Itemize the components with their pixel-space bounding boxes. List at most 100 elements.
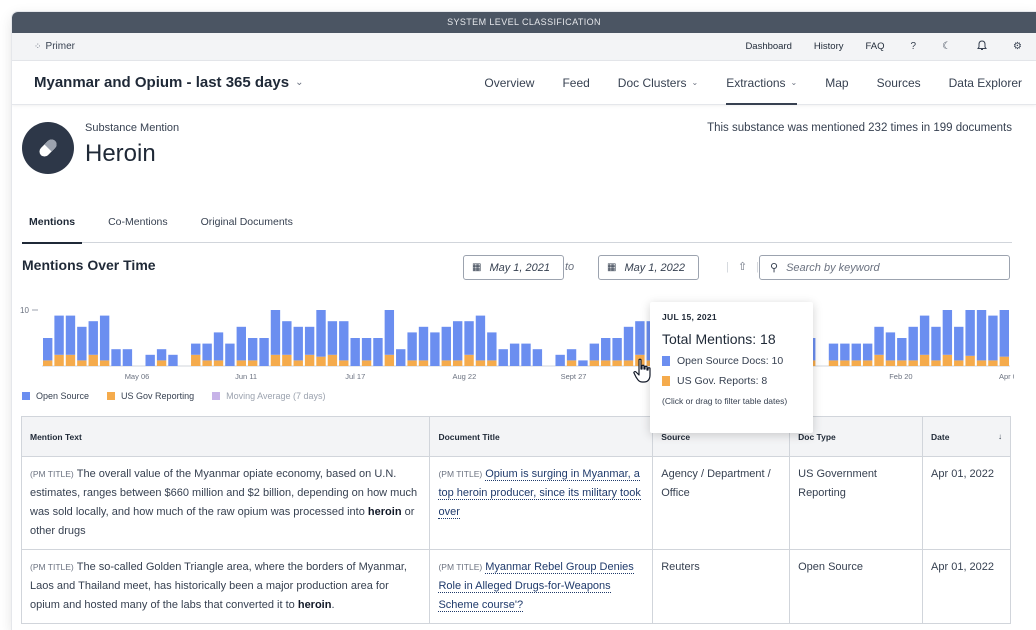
nav-tab-extractions[interactable]: Extractions ⌄ (726, 61, 798, 105)
bar-open-source[interactable] (259, 338, 269, 366)
nav-tab-feed[interactable]: Feed (562, 61, 589, 105)
bar-open-source[interactable] (111, 349, 121, 366)
bar-open-source[interactable] (191, 343, 201, 355)
bell-icon[interactable] (977, 39, 987, 54)
bar-us-gov[interactable] (202, 360, 212, 366)
bar-open-source[interactable] (521, 343, 531, 366)
bar-us-gov[interactable] (304, 354, 315, 366)
bar-open-source[interactable] (441, 326, 451, 361)
subtab-mentions[interactable]: Mentions (22, 202, 83, 244)
bar-us-gov[interactable] (942, 354, 953, 366)
bar-us-gov[interactable] (840, 360, 850, 366)
bar-us-gov[interactable] (999, 356, 1009, 366)
bar-us-gov[interactable] (862, 360, 873, 366)
bar-open-source[interactable] (509, 343, 520, 366)
bar-open-source[interactable] (840, 343, 850, 361)
bar-us-gov[interactable] (384, 354, 395, 366)
bar-us-gov[interactable] (247, 360, 258, 366)
bar-open-source[interactable] (452, 321, 463, 361)
bar-us-gov[interactable] (65, 354, 76, 366)
bar-us-gov[interactable] (88, 354, 98, 366)
bar-open-source[interactable] (851, 343, 861, 361)
bar-open-source[interactable] (999, 310, 1009, 357)
bar-us-gov[interactable] (612, 360, 622, 366)
bar-us-gov[interactable] (988, 360, 998, 366)
bar-open-source[interactable] (54, 315, 64, 355)
bar-open-source[interactable] (487, 332, 497, 361)
date-from-input[interactable]: ▦ May 1, 2021 (463, 255, 564, 280)
bar-us-gov[interactable] (475, 360, 486, 366)
legend-us-gov[interactable]: US Gov Reporting (107, 391, 194, 401)
bar-open-source[interactable] (350, 338, 360, 366)
bar-us-gov[interactable] (566, 360, 577, 366)
bar-us-gov[interactable] (589, 360, 600, 366)
bar-us-gov[interactable] (418, 360, 429, 366)
bar-us-gov[interactable] (885, 360, 896, 366)
subtab-original-documents[interactable]: Original Documents (194, 202, 300, 243)
bar-open-source[interactable] (919, 315, 930, 355)
bar-open-source[interactable] (293, 326, 303, 361)
bar-us-gov[interactable] (601, 360, 611, 366)
bar-us-gov[interactable] (441, 360, 451, 366)
bar-us-gov[interactable] (897, 360, 907, 366)
bar-open-source[interactable] (908, 326, 918, 361)
subtab-co-mentions[interactable]: Co-Mentions (101, 202, 175, 243)
bar-open-source[interactable] (361, 338, 372, 361)
bar-us-gov[interactable] (43, 360, 53, 366)
bar-us-gov[interactable] (156, 360, 167, 366)
date-to-input[interactable]: ▦ May 1, 2022 (598, 255, 699, 280)
bar-open-source[interactable] (247, 338, 258, 361)
export-icon[interactable]: ⇧ (738, 261, 747, 273)
bar-open-source[interactable] (475, 315, 486, 361)
bar-open-source[interactable] (236, 326, 246, 361)
bar-open-source[interactable] (202, 343, 212, 361)
bar-open-source[interactable] (828, 343, 839, 361)
bar-open-source[interactable] (384, 310, 395, 355)
bar-open-source[interactable] (464, 321, 474, 355)
bar-open-source[interactable] (225, 343, 235, 366)
bar-open-source[interactable] (430, 332, 440, 366)
bar-us-gov[interactable] (487, 360, 497, 366)
bar-open-source[interactable] (965, 310, 975, 356)
bar-us-gov[interactable] (213, 360, 224, 366)
bar-us-gov[interactable] (282, 354, 292, 366)
moon-icon[interactable]: ☾ (942, 41, 951, 52)
toplink-dashboard[interactable]: Dashboard (745, 41, 791, 52)
bar-open-source[interactable] (931, 326, 941, 361)
bar-open-source[interactable] (988, 315, 998, 361)
toplink-faq[interactable]: FAQ (865, 41, 884, 52)
bar-open-source[interactable] (43, 338, 53, 361)
bar-open-source[interactable] (601, 338, 611, 361)
search-input[interactable]: ⚲ Search by keyword (759, 255, 1010, 280)
legend-moving-average[interactable]: Moving Average (7 days) (212, 391, 325, 401)
bar-open-source[interactable] (555, 354, 565, 366)
bar-open-source[interactable] (339, 321, 349, 361)
bar-us-gov[interactable] (54, 354, 64, 366)
bar-open-source[interactable] (122, 349, 133, 366)
bar-open-source[interactable] (612, 338, 622, 361)
bar-open-source[interactable] (942, 310, 953, 355)
bar-us-gov[interactable] (236, 360, 246, 366)
bar-open-source[interactable] (623, 326, 634, 361)
nav-tab-data-explorer[interactable]: Data Explorer (949, 61, 1022, 105)
nav-tab-sources[interactable]: Sources (877, 61, 921, 105)
bar-us-gov[interactable] (316, 356, 326, 366)
bar-open-source[interactable] (578, 360, 588, 366)
bar-open-source[interactable] (77, 326, 87, 361)
table-row[interactable]: (PM TITLE) The so-called Golden Triangle … (21, 549, 1011, 624)
nav-tab-overview[interactable]: Overview (484, 61, 534, 105)
bar-us-gov[interactable] (191, 354, 201, 366)
gear-icon[interactable]: ⚙ (1013, 41, 1022, 52)
project-title[interactable]: Myanmar and Opium - last 365 days ⌄ (34, 74, 303, 91)
bar-open-source[interactable] (396, 349, 406, 366)
bar-open-source[interactable] (282, 321, 292, 355)
bar-open-source[interactable] (327, 321, 338, 355)
legend-open-source[interactable]: Open Source (22, 391, 89, 401)
bar-open-source[interactable] (498, 349, 508, 366)
bar-open-source[interactable] (862, 343, 873, 361)
bar-open-source[interactable] (65, 315, 76, 355)
bar-open-source[interactable] (635, 321, 645, 355)
bar-open-source[interactable] (976, 310, 987, 361)
bar-open-source[interactable] (145, 354, 155, 366)
bar-open-source[interactable] (589, 343, 600, 361)
